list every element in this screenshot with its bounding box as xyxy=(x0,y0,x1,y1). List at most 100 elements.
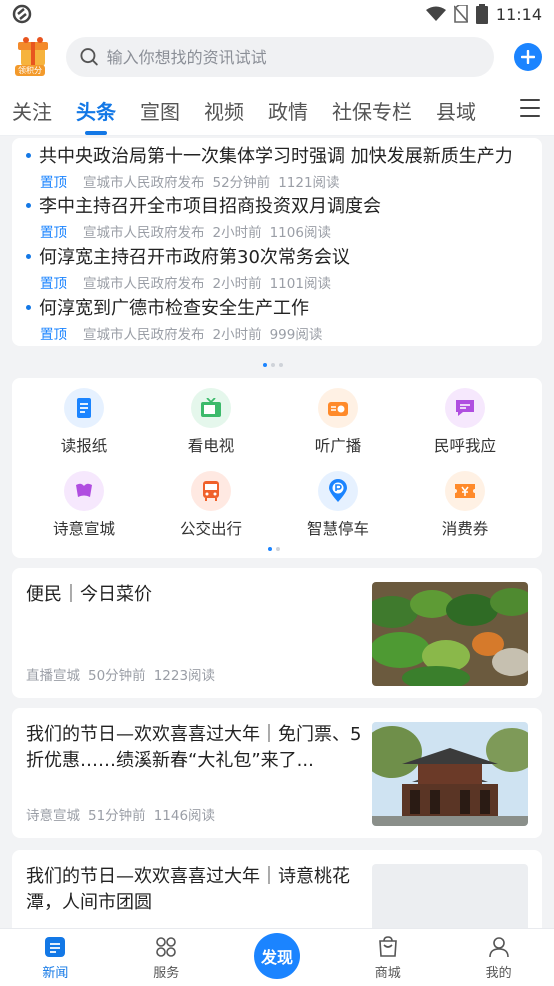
service-label: 民呼我应 xyxy=(433,437,496,455)
services-icon xyxy=(154,935,178,959)
bus-icon xyxy=(191,471,231,511)
ancient-building-thumbnail xyxy=(372,722,528,826)
vegetables-thumbnail xyxy=(372,582,528,686)
no-sim-icon xyxy=(453,5,468,23)
news-title: 共中央政治局第十一次集体学习时强调 加快发展新质生产力 xyxy=(39,146,513,167)
nav-profile[interactable]: 我的 xyxy=(443,929,554,986)
article-title: 我们的节日—欢欢喜喜过大年｜诗意桃花潭，人间市团圆 xyxy=(26,866,350,913)
tab-politics[interactable]: 政情 xyxy=(268,96,308,125)
news-item[interactable]: 李中主持召开全市项目招商投资双月调度会 置顶 宣城市人民政府发布 2小时前 1106阅… xyxy=(26,192,531,241)
coupon-icon xyxy=(445,471,485,511)
add-button[interactable] xyxy=(514,43,542,71)
search-box[interactable] xyxy=(66,37,494,77)
nav-label: 商城 xyxy=(374,965,401,981)
news-reads: 1106阅读 xyxy=(269,225,331,241)
channel-menu-icon[interactable] xyxy=(520,99,540,117)
news-source: 宣城市人民政府发布 xyxy=(83,327,205,343)
service-tv[interactable]: 看电视 xyxy=(151,388,271,456)
status-time: 11:14 xyxy=(495,4,542,24)
article-card[interactable]: 我们的节日—欢欢喜喜过大年｜免门票、5折优惠……绩溪新春“大礼包”来了... 诗… xyxy=(12,708,542,838)
service-label: 消费券 xyxy=(441,520,489,538)
pinned-tag: 置顶 xyxy=(40,175,67,191)
bullet-dot xyxy=(26,152,31,158)
search-icon xyxy=(80,48,98,66)
discover-icon: 发现 xyxy=(253,932,300,979)
news-item[interactable]: 何淳宽主持召开市政府第30次常务会议 置顶 宣城市人民政府发布 2小时前 1101阅读 xyxy=(26,243,531,292)
news-item[interactable]: 何淳宽到广德市检查安全生产工作 置顶 宣城市人民政府发布 2小时前 999阅读 xyxy=(26,294,531,343)
service-radio[interactable]: 听广播 xyxy=(278,388,398,456)
bottom-nav: 新闻 服务 发现 商城 我的 xyxy=(0,928,554,986)
tab-headlines[interactable]: 头条 xyxy=(76,96,116,125)
article-source: 诗意宣城 xyxy=(26,808,80,824)
article-reads: 1146阅读 xyxy=(153,808,216,824)
nav-news[interactable]: 新闻 xyxy=(0,929,111,986)
tab-video[interactable]: 视频 xyxy=(204,96,244,125)
article-reads: 1223阅读 xyxy=(153,668,216,684)
news-time: 2小时前 xyxy=(212,327,262,343)
service-label: 公交出行 xyxy=(179,520,242,538)
news-title: 何淳宽主持召开市政府第30次常务会议 xyxy=(39,247,350,268)
nav-label: 我的 xyxy=(485,965,512,981)
services-page-indicator xyxy=(268,547,280,551)
service-coupon[interactable]: 消费券 xyxy=(405,471,525,539)
article-source: 直播宣城 xyxy=(26,668,80,684)
top-news-card: 共中央政治局第十一次集体学习时强调 加快发展新质生产力 置顶 宣城市人民政府发布 5… xyxy=(12,138,542,346)
profile-icon xyxy=(487,935,511,959)
status-bar: 11:14 xyxy=(0,0,554,28)
service-label: 智慧停车 xyxy=(306,520,369,538)
tab-county[interactable]: 县域 xyxy=(436,96,476,125)
channel-tabs: 关注 头条 宣图 视频 政情 社保专栏 县域 xyxy=(0,86,554,136)
news-carousel-indicator xyxy=(263,363,283,367)
news-source: 宣城市人民政府发布 xyxy=(83,175,205,191)
services-grid: 读报纸 看电视 听广播 民呼我应 诗意宣城 公交出行 智慧停车 消费券 xyxy=(12,378,542,558)
article-time: 50分钟前 xyxy=(88,668,146,684)
pinned-tag: 置顶 xyxy=(40,225,67,241)
service-feedback[interactable]: 民呼我应 xyxy=(405,388,525,456)
nav-discover[interactable]: 发现 xyxy=(222,929,333,986)
parking-icon xyxy=(318,471,358,511)
battery-icon xyxy=(475,4,488,24)
news-title: 李中主持召开全市项目招商投资双月调度会 xyxy=(39,196,381,217)
news-source: 宣城市人民政府发布 xyxy=(83,225,205,241)
article-title: 我们的节日—欢欢喜喜过大年｜免门票、5折优惠……绩溪新春“大礼包”来了... xyxy=(26,724,362,771)
tab-social-security[interactable]: 社保专栏 xyxy=(332,96,412,125)
news-time: 2小时前 xyxy=(212,276,262,292)
wifi-icon xyxy=(425,6,446,21)
pinned-tag: 置顶 xyxy=(40,276,67,292)
tab-photos[interactable]: 宣图 xyxy=(140,96,180,125)
shop-icon xyxy=(376,935,400,959)
service-poetry-city[interactable]: 诗意宣城 xyxy=(24,471,144,539)
service-parking[interactable]: 智慧停车 xyxy=(278,471,398,539)
bullet-dot xyxy=(26,304,31,310)
article-title: 便民｜今日菜价 xyxy=(26,584,152,605)
nav-label: 新闻 xyxy=(42,965,69,981)
news-reads: 999阅读 xyxy=(269,327,323,343)
bullet-dot xyxy=(26,202,31,208)
radio-icon xyxy=(318,388,358,428)
article-card[interactable]: 便民｜今日菜价 直播宣城 50分钟前 1223阅读 xyxy=(12,568,542,698)
article-time: 51分钟前 xyxy=(88,808,146,824)
points-logo[interactable]: 领积分 xyxy=(12,36,54,78)
nav-label: 服务 xyxy=(153,965,180,981)
service-label: 看电视 xyxy=(187,437,235,455)
points-label: 领积分 xyxy=(15,65,45,76)
news-time: 2小时前 xyxy=(212,225,262,241)
newspaper-icon xyxy=(64,388,104,428)
search-input[interactable] xyxy=(106,47,480,67)
news-item[interactable]: 共中央政治局第十一次集体学习时强调 加快发展新质生产力 置顶 宣城市人民政府发布 5… xyxy=(26,142,531,191)
nav-services[interactable]: 服务 xyxy=(111,929,222,986)
message-icon xyxy=(445,388,485,428)
nav-shop[interactable]: 商城 xyxy=(332,929,443,986)
service-newspaper[interactable]: 读报纸 xyxy=(24,388,144,456)
app-status-icon xyxy=(12,4,32,24)
news-title: 何淳宽到广德市检查安全生产工作 xyxy=(39,298,309,319)
news-time: 52分钟前 xyxy=(212,175,271,191)
pinned-tag: 置顶 xyxy=(40,327,67,343)
bullet-dot xyxy=(26,253,31,259)
service-label: 诗意宣城 xyxy=(52,520,115,538)
tab-follow[interactable]: 关注 xyxy=(12,96,52,125)
service-bus[interactable]: 公交出行 xyxy=(151,471,271,539)
top-bar: 领积分 xyxy=(0,28,554,86)
plus-icon xyxy=(521,50,535,64)
news-icon xyxy=(43,935,67,959)
